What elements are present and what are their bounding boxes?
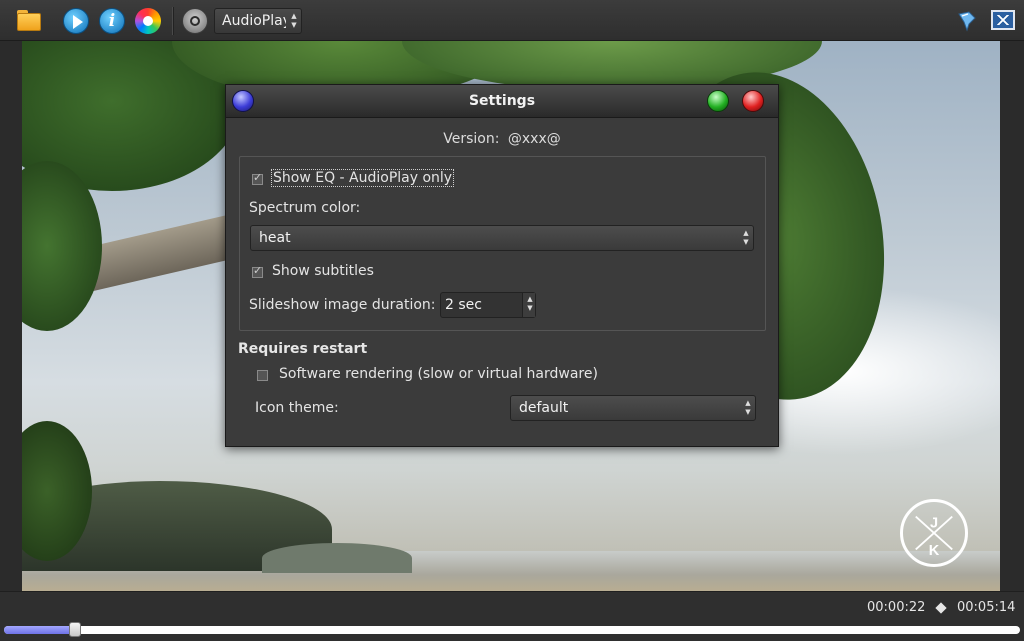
diamond-separator-icon [935, 602, 947, 614]
total-time: 00:05:14 [957, 600, 1016, 615]
icon-theme-value: default [519, 400, 569, 416]
video-distant-hill [262, 543, 412, 573]
show-subtitles-checkbox[interactable] [252, 264, 263, 278]
dialog-titlebar[interactable]: Settings [226, 85, 778, 118]
fullscreen-icon[interactable] [991, 10, 1015, 30]
playback-bar: 00:00:22 00:05:14 [0, 591, 1024, 641]
top-toolbar: i AudioPlay ▲ ▼ [0, 0, 1024, 41]
open-folder-icon[interactable] [16, 8, 42, 34]
mode-select-value: AudioPlay [222, 13, 286, 29]
spectrum-color-value: heat [259, 230, 291, 246]
color-wheel-icon[interactable] [135, 8, 161, 34]
spectrum-color-label: Spectrum color: [249, 200, 361, 216]
version-label: Version: [443, 131, 500, 147]
icon-theme-select[interactable]: default ▲ ▼ [510, 395, 756, 421]
mode-select[interactable]: AudioPlay ▲ ▼ [214, 8, 302, 34]
slideshow-duration-spinbox[interactable]: 2 sec ▲ ▼ [440, 292, 536, 318]
slideshow-duration-value: 2 sec [445, 297, 482, 313]
speaker-icon[interactable] [182, 8, 208, 34]
chevron-updown-icon: ▲ ▼ [291, 12, 297, 29]
spinbox-buttons[interactable]: ▲ ▼ [522, 293, 535, 317]
options-group: Show EQ - AudioPlay only Spectrum color:… [239, 156, 766, 331]
watermark-logo: J K [900, 499, 968, 567]
toolbar-separator [172, 7, 174, 35]
seek-slider[interactable] [4, 622, 1020, 637]
software-rendering-checkbox[interactable] [257, 370, 268, 381]
icon-theme-label: Icon theme: [255, 400, 339, 416]
settings-dialog: Settings Version: @xxx@ Show EQ - AudioP… [225, 84, 779, 447]
elapsed-time: 00:00:22 [867, 600, 926, 615]
info-icon[interactable]: i [99, 8, 125, 34]
seek-progress-fill [4, 626, 75, 634]
svg-text:J: J [930, 516, 938, 532]
chevron-updown-icon: ▲ ▼ [745, 399, 751, 416]
software-rendering-label[interactable]: Software rendering (slow or virtual hard… [279, 366, 598, 382]
requires-restart-heading: Requires restart [238, 341, 368, 357]
show-eq-label[interactable]: Show EQ - AudioPlay only [271, 169, 455, 187]
svg-text:K: K [929, 543, 940, 559]
pin-icon[interactable] [956, 10, 978, 32]
close-button[interactable] [742, 90, 764, 112]
seek-handle[interactable] [69, 622, 81, 637]
maximize-button[interactable] [707, 90, 729, 112]
version-value: @xxx@ [507, 131, 561, 147]
show-subtitles-label[interactable]: Show subtitles [272, 263, 374, 279]
play-icon[interactable] [63, 8, 89, 34]
version-row: Version: @xxx@ [226, 131, 778, 147]
chevron-updown-icon: ▲ ▼ [743, 229, 749, 246]
show-eq-checkbox[interactable] [252, 171, 263, 185]
chevron-updown-icon: ▲ ▼ [527, 295, 533, 312]
dialog-title: Settings [468, 93, 536, 109]
slideshow-duration-label: Slideshow image duration: [249, 297, 436, 313]
spectrum-color-select[interactable]: heat ▲ ▼ [250, 225, 754, 251]
